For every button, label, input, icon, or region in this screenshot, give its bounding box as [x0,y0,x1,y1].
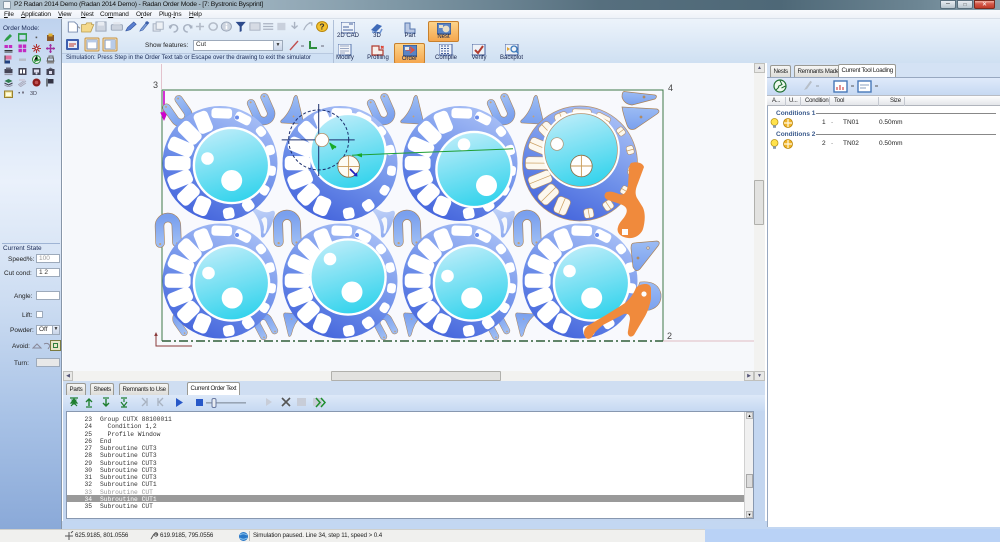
svg-text:2: 2 [667,331,672,341]
svg-text:?: ? [319,23,324,32]
svg-text:4: 4 [668,83,673,93]
svg-text:3: 3 [153,80,158,90]
